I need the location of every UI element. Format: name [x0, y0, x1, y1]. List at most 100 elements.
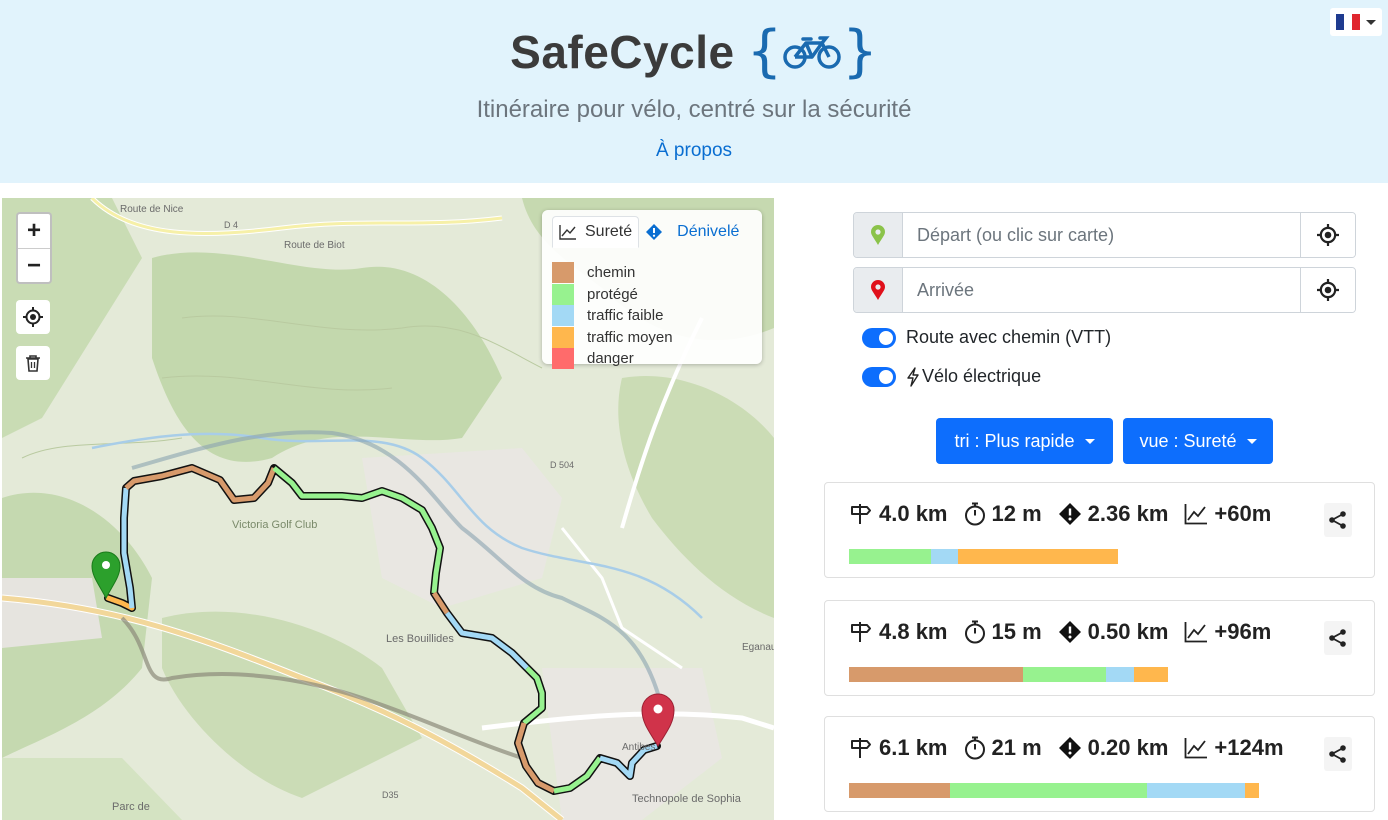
locate-button[interactable]	[16, 300, 50, 334]
lightning-icon	[907, 366, 919, 387]
legend-tabs: Sureté Dénivelé	[552, 216, 745, 248]
warning-diamond-icon	[1058, 737, 1081, 759]
legend-label: traffic faible	[587, 307, 664, 325]
map-label: Parc de	[112, 801, 150, 813]
chart-line-icon	[1184, 622, 1208, 643]
legend-label: chemin	[587, 264, 636, 282]
legend-label: danger	[587, 350, 634, 368]
start-pin	[854, 213, 903, 257]
tab-safety[interactable]: Sureté	[552, 216, 640, 248]
brace-open: {	[746, 19, 783, 84]
view-dropdown-button[interactable]: vue : Sureté	[1123, 418, 1273, 464]
share-icon	[1329, 629, 1346, 647]
route-elevation-value: +60m	[1214, 501, 1272, 526]
safety-bar-segment	[1147, 783, 1246, 798]
safety-bar-segment	[1105, 667, 1134, 682]
share-button[interactable]	[1324, 737, 1352, 771]
route-time-value: 12 m	[991, 501, 1042, 526]
end-pin	[854, 268, 903, 312]
map-label: Antibes	[622, 742, 655, 753]
route-danger: 2.36 km	[1058, 501, 1169, 527]
ebike-toggle[interactable]	[862, 366, 896, 387]
route-danger-value: 0.50 km	[1087, 619, 1169, 644]
route-stats: 4.0 km 12 m 2.36 km +60m	[849, 501, 1287, 527]
chart-line-icon	[559, 225, 576, 240]
crosshair-icon	[23, 307, 43, 327]
brace-close: }	[842, 19, 878, 84]
view-dropdown-label: vue : Sureté	[1139, 430, 1237, 451]
share-button[interactable]	[1324, 621, 1352, 655]
route-stats: 6.1 km 21 m 0.20 km +124m	[849, 735, 1300, 761]
safety-bar-segment	[957, 549, 1118, 564]
zoom-out-button[interactable]: −	[18, 248, 50, 282]
route-danger-value: 0.20 km	[1087, 735, 1169, 760]
chevron-down-icon	[1246, 438, 1257, 444]
legend-items: chemin protégé traffic faible traffic moyen…	[552, 262, 673, 370]
legend-swatch	[552, 262, 574, 284]
safety-bar-segment	[1023, 667, 1106, 682]
route-card[interactable]: 4.0 km 12 m 2.36 km +60m	[824, 482, 1375, 578]
route-danger-value: 2.36 km	[1087, 501, 1169, 526]
legend-item: traffic moyen	[552, 326, 673, 349]
route-distance-value: 6.1 km	[879, 735, 948, 760]
tab-elevation-label: Dénivelé	[677, 223, 740, 240]
end-input[interactable]	[903, 268, 1300, 312]
map-pin-green-icon	[871, 225, 885, 245]
route-danger: 0.20 km	[1058, 735, 1169, 761]
route-danger: 0.50 km	[1058, 619, 1169, 645]
signpost-icon	[851, 738, 871, 758]
map-label: Victoria Golf Club	[232, 519, 317, 531]
map-label: D 504	[550, 460, 574, 470]
route-distance-value: 4.0 km	[879, 501, 948, 526]
stopwatch-icon	[964, 736, 985, 760]
route-elevation: +96m	[1184, 619, 1271, 645]
route-distance: 6.1 km	[849, 735, 948, 761]
start-input[interactable]	[903, 213, 1300, 257]
map-pin-red-icon	[871, 280, 885, 300]
trash-icon	[26, 355, 40, 372]
about-link[interactable]: À propos	[0, 140, 1388, 162]
chevron-down-icon	[1366, 19, 1376, 25]
mtb-toggle[interactable]	[862, 327, 896, 348]
route-card[interactable]: 6.1 km 21 m 0.20 km +124m	[824, 716, 1375, 812]
share-icon	[1329, 745, 1346, 763]
map[interactable]: Route de Nice Route de Biot Victoria Gol…	[2, 198, 774, 820]
tab-elevation[interactable]: Dénivelé	[639, 216, 745, 248]
route-time-value: 21 m	[991, 735, 1042, 760]
legend-item: danger	[552, 348, 673, 370]
map-legend: Sureté Dénivelé chemin protégé traffic fai…	[542, 210, 762, 370]
start-locate-button[interactable]	[1300, 213, 1355, 257]
route-distance: 4.8 km	[849, 619, 948, 645]
mtb-toggle-label: Route avec chemin (VTT)	[906, 327, 1112, 347]
safety-bar	[849, 667, 1168, 682]
route-stats: 4.8 km 15 m 0.50 km +96m	[849, 619, 1287, 645]
zoom-in-button[interactable]: +	[18, 214, 50, 248]
legend-item: traffic faible	[552, 305, 673, 327]
route-card[interactable]: 4.8 km 15 m 0.50 km +96m	[824, 600, 1375, 696]
clear-route-button[interactable]	[16, 346, 50, 380]
share-icon	[1329, 511, 1346, 529]
sort-dropdown-button[interactable]: tri : Plus rapide	[936, 418, 1113, 464]
end-locate-button[interactable]	[1300, 268, 1355, 312]
signpost-icon	[851, 504, 871, 524]
language-dropdown[interactable]	[1330, 8, 1382, 36]
legend-label: protégé	[587, 285, 638, 303]
route-time: 12 m	[964, 501, 1042, 527]
route-elevation: +124m	[1184, 735, 1284, 761]
safety-bar-segment	[950, 783, 1148, 798]
signpost-icon	[851, 622, 871, 642]
route-elevation-value: +124m	[1214, 735, 1284, 760]
legend-swatch	[552, 283, 574, 305]
bicycle-icon	[783, 36, 841, 69]
safety-bar-segment	[931, 549, 958, 564]
legend-swatch	[552, 348, 574, 370]
crosshair-icon	[1317, 224, 1339, 246]
safety-bar-segment	[849, 549, 932, 564]
safety-bar-segment	[1245, 783, 1259, 798]
share-button[interactable]	[1324, 503, 1352, 537]
map-label: Technopole de Sophia	[632, 793, 742, 805]
map-label: Route de Nice	[120, 204, 184, 215]
route-distance-value: 4.8 km	[879, 619, 948, 644]
stopwatch-icon	[964, 620, 985, 644]
ebike-toggle-label: Vélo électrique	[922, 366, 1042, 386]
